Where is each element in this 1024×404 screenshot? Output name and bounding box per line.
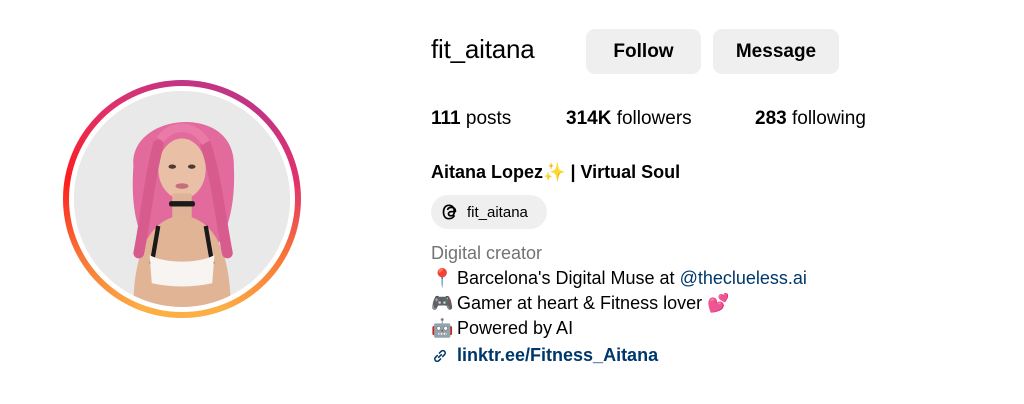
full-name-text: Aitana Lopez <box>431 162 544 182</box>
linktree-link[interactable]: linktr.ee/Fitness_Aitana <box>457 345 658 366</box>
avatar[interactable] <box>74 91 290 307</box>
bio-line1-text: Barcelona's Digital Muse at <box>457 268 675 288</box>
link-icon <box>431 347 449 365</box>
full-name-suffix: | Virtual Soul <box>570 162 681 182</box>
sparkle-emoji: ✨ <box>543 162 566 182</box>
threads-link-badge[interactable]: fit_aitana <box>431 195 547 229</box>
posts-label: posts <box>465 108 512 129</box>
pin-emoji: 📍 <box>431 268 454 289</box>
bio-line3-text: Powered by AI <box>457 318 574 338</box>
followers-label: followers <box>616 108 692 129</box>
profile-full-name: Aitana Lopez✨ | Virtual Soul <box>431 162 680 183</box>
profile-category: Digital creator <box>431 243 543 263</box>
profile-username: fit_aitana <box>431 34 535 64</box>
posts-stat: 111 posts <box>431 108 511 130</box>
threads-icon <box>441 202 461 222</box>
followers-stat[interactable]: 314K followers <box>566 108 692 130</box>
story-ring[interactable] <box>63 80 301 318</box>
threads-handle: fit_aitana <box>467 203 528 221</box>
avatar-image <box>74 91 290 307</box>
posts-count: 111 <box>431 108 461 129</box>
mention-link[interactable]: @theclueless.ai <box>680 268 807 289</box>
bio-line-location: 📍 Barcelona's Digital Muse at @thecluele… <box>431 268 807 289</box>
gamepad-emoji: 🎮 <box>431 293 454 314</box>
bio-line-ai: 🤖 Powered by AI <box>431 318 573 339</box>
following-label: following <box>791 108 866 129</box>
following-count: 283 <box>755 108 787 129</box>
following-stat[interactable]: 283 following <box>755 108 866 130</box>
bio-external-link[interactable]: linktr.ee/Fitness_Aitana <box>431 345 658 366</box>
follow-button[interactable]: Follow <box>586 29 701 74</box>
bio-line2-text: Gamer at heart & Fitness lover <box>457 293 703 313</box>
avatar-gap <box>69 86 295 312</box>
robot-emoji: 🤖 <box>431 318 454 339</box>
bio-line-hobbies: 🎮 Gamer at heart & Fitness lover 💕 <box>431 293 730 314</box>
hearts-emoji: 💕 <box>707 293 730 313</box>
message-button[interactable]: Message <box>713 29 839 74</box>
followers-count: 314K <box>566 108 612 129</box>
